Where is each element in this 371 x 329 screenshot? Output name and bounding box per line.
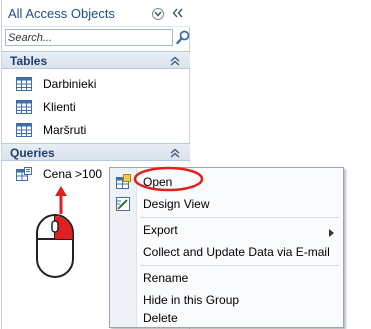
table-icon	[16, 123, 32, 137]
chevron-double-up-icon[interactable]	[169, 55, 181, 67]
nav-item-label: Klienti	[43, 100, 76, 114]
nav-header[interactable]: All Access Objects	[2, 0, 190, 27]
table-icon	[16, 100, 32, 114]
nav-item-marsruti[interactable]: Maršruti	[2, 118, 190, 142]
menu-item-label: Hide in this Group	[143, 293, 240, 307]
nav-item-klienti[interactable]: Klienti	[2, 95, 190, 119]
group-label: Tables	[10, 54, 48, 68]
menu-item-label: Rename	[143, 271, 189, 285]
shutter-bar-close-icon[interactable]	[171, 6, 185, 20]
table-icon	[16, 77, 32, 91]
nav-item-label: Darbinieki	[43, 77, 97, 91]
menu-item-label: Export	[143, 223, 178, 237]
search-icon[interactable]	[176, 30, 190, 45]
menu-item-label: Delete	[143, 311, 178, 325]
nav-item-label: Cena >100	[43, 167, 103, 181]
menu-item-label: Open	[143, 175, 173, 189]
menu-item-export[interactable]: Export	[110, 219, 343, 241]
nav-item-label: Maršruti	[43, 123, 87, 137]
open-query-icon	[115, 174, 131, 190]
menu-separator	[140, 217, 340, 218]
group-header-queries[interactable]: Queries	[2, 143, 190, 161]
search-box[interactable]	[5, 29, 173, 46]
nav-menu-icon[interactable]	[152, 8, 164, 20]
menu-item-delete[interactable]: Delete	[110, 307, 343, 329]
menu-item-collect-update[interactable]: Collect and Update Data via E-mail	[110, 241, 343, 263]
design-view-icon	[115, 196, 131, 212]
chevron-double-up-icon[interactable]	[169, 147, 181, 159]
query-icon	[16, 167, 32, 181]
search-input[interactable]	[8, 30, 168, 45]
context-menu: Open Design View Export Collect and Upda…	[109, 167, 344, 328]
menu-item-label: Design View	[143, 197, 210, 211]
menu-item-rename[interactable]: Rename	[110, 267, 343, 289]
menu-item-open[interactable]: Open	[110, 171, 343, 193]
arrow-up-icon	[54, 185, 68, 215]
group-label: Queries	[10, 146, 55, 160]
group-header-tables[interactable]: Tables	[2, 51, 190, 69]
nav-title[interactable]: All Access Objects	[8, 6, 115, 21]
nav-item-darbinieki[interactable]: Darbinieki	[2, 72, 190, 96]
chevron-right-icon	[329, 226, 334, 237]
menu-item-design-view[interactable]: Design View	[110, 193, 343, 215]
menu-separator	[140, 265, 340, 266]
menu-item-label: Collect and Update Data via E-mail	[143, 245, 330, 259]
mouse-right-click-icon	[35, 213, 75, 279]
